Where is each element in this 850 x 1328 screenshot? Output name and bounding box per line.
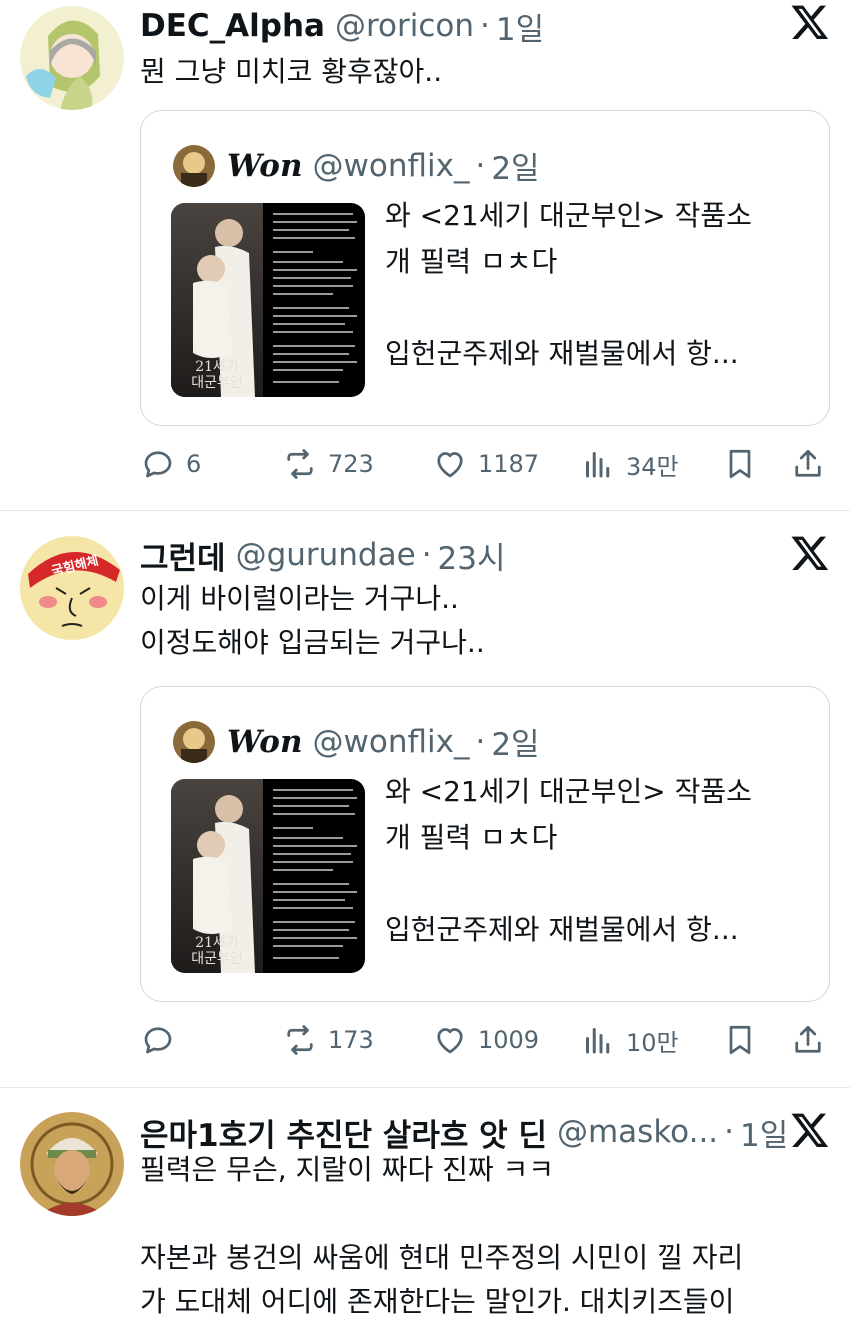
action-bar: 6 723 1187 34만: [140, 442, 830, 486]
share-icon: [795, 1025, 821, 1053]
reply-count: 6: [186, 450, 202, 478]
quoted-author-name: Won: [227, 723, 303, 760]
author-handle[interactable]: @roricon: [335, 8, 474, 44]
quoted-avatar: [173, 144, 215, 187]
quoted-author-name: Won: [227, 147, 303, 184]
heart-icon: [437, 452, 463, 478]
quoted-author-handle: @wonflix_: [312, 147, 470, 184]
quoted-thumbnail[interactable]: 21세기 대군부인: [171, 779, 365, 973]
tweet[interactable]: 은마1호기 추진단 살라흐 앗 딘 @masko... · 1일 필력은 무슨,…: [0, 1088, 850, 1328]
bookmark-icon: [729, 1025, 751, 1055]
separator-dot: ·: [724, 1114, 735, 1150]
tweet-header: 그런데 @gurundae · 23시: [140, 533, 506, 577]
retweet-icon: [287, 449, 313, 479]
svg-text:대군부인: 대군부인: [191, 375, 243, 391]
tweet-header: DEC_Alpha @roricon · 1일: [140, 4, 544, 48]
separator-dot: ·: [475, 147, 486, 184]
author-handle[interactable]: @masko...: [557, 1114, 718, 1150]
action-bar: 173 1009 10만: [140, 1018, 830, 1062]
svg-text:21세기: 21세기: [195, 359, 239, 375]
reply-icon: [144, 451, 172, 478]
timestamp[interactable]: 1일: [740, 1110, 788, 1155]
views-count: 10만: [626, 1028, 679, 1057]
reply-button[interactable]: [140, 1018, 186, 1062]
like-button[interactable]: 1187: [432, 442, 539, 486]
quoted-tweet[interactable]: Won @wonflix_ · 2일 21세기 대군부인 와 <21세기 대군부…: [140, 110, 830, 426]
retweet-count: 173: [328, 1026, 374, 1054]
bookmark-button[interactable]: [722, 442, 758, 486]
views-button[interactable]: 34만: [580, 442, 679, 486]
tweet[interactable]: 국힘해체 그런데 @gurundae · 23시 이게 바이럴이라는 거구나..…: [0, 511, 850, 1087]
x-logo-icon: [791, 5, 829, 39]
share-icon: [795, 449, 821, 477]
bookmark-icon: [729, 449, 751, 479]
quoted-avatar: [173, 720, 215, 763]
retweet-button[interactable]: 723: [282, 442, 374, 486]
timestamp[interactable]: 1일: [496, 4, 544, 49]
like-count: 1187: [478, 450, 540, 478]
quoted-tweet-text: 와 <21세기 대군부인> 작품소 개 필력 ㅁㅊ다 입헌군주제와 재벌물에서 …: [385, 199, 752, 370]
x-logo-icon: [791, 1113, 829, 1147]
share-button[interactable]: [790, 442, 826, 486]
tweet[interactable]: DEC_Alpha @roricon · 1일 뭔 그냥 미치코 황후잖아.. …: [0, 0, 850, 510]
author-name[interactable]: DEC_Alpha: [140, 8, 325, 44]
avatar[interactable]: [20, 1112, 124, 1216]
reply-icon: [144, 1027, 172, 1054]
retweet-count: 723: [328, 450, 374, 478]
author-handle[interactable]: @gurundae: [236, 537, 416, 573]
separator-dot: ·: [480, 8, 490, 44]
quoted-timestamp: 2일: [491, 151, 540, 187]
separator-dot: ·: [421, 537, 432, 573]
retweet-button[interactable]: 173: [282, 1018, 374, 1062]
tweet-text: 이게 바이럴이라는 거구나.. 이정도해야 입금되는 거구나..: [140, 582, 485, 659]
quoted-thumbnail[interactable]: 21세기 대군부인: [171, 203, 365, 397]
quoted-tweet-header: Won @wonflix_ · 2일: [173, 143, 540, 188]
author-name[interactable]: 그런데: [140, 533, 226, 578]
like-count: 1009: [478, 1026, 540, 1054]
quoted-tweet-header: Won @wonflix_ · 2일: [173, 719, 540, 764]
quoted-author-handle: @wonflix_: [312, 723, 470, 760]
avatar[interactable]: [20, 6, 124, 110]
quoted-timestamp: 2일: [491, 727, 540, 763]
views-icon: [586, 452, 610, 478]
quoted-tweet-text: 와 <21세기 대군부인> 작품소 개 필력 ㅁㅊ다 입헌군주제와 재벌물에서 …: [385, 775, 752, 946]
x-logo-icon: [791, 536, 829, 570]
svg-text:21세기: 21세기: [195, 935, 239, 951]
tweet-text: 필력은 무슨, 지랄이 짜다 진짜 ㅋㅋ 자본과 봉건의 싸움에 현대 민주정의…: [140, 1153, 744, 1318]
bookmark-button[interactable]: [722, 1018, 758, 1062]
like-button[interactable]: 1009: [432, 1018, 539, 1062]
quoted-tweet[interactable]: Won @wonflix_ · 2일 21세기 대군부인 와 <21세기 대군부…: [140, 686, 830, 1002]
retweet-icon: [287, 1025, 313, 1055]
heart-icon: [437, 1028, 463, 1054]
svg-text:대군부인: 대군부인: [191, 951, 243, 967]
separator-dot: ·: [475, 723, 486, 760]
timestamp[interactable]: 23시: [438, 533, 506, 578]
views-count: 34만: [626, 452, 679, 481]
tweet-text: 뭔 그냥 미치코 황후잖아..: [140, 55, 443, 88]
avatar[interactable]: 국힘해체: [20, 536, 124, 640]
reply-button[interactable]: 6: [140, 442, 201, 486]
views-icon: [586, 1028, 610, 1054]
views-button[interactable]: 10만: [580, 1018, 679, 1062]
share-button[interactable]: [790, 1018, 826, 1062]
